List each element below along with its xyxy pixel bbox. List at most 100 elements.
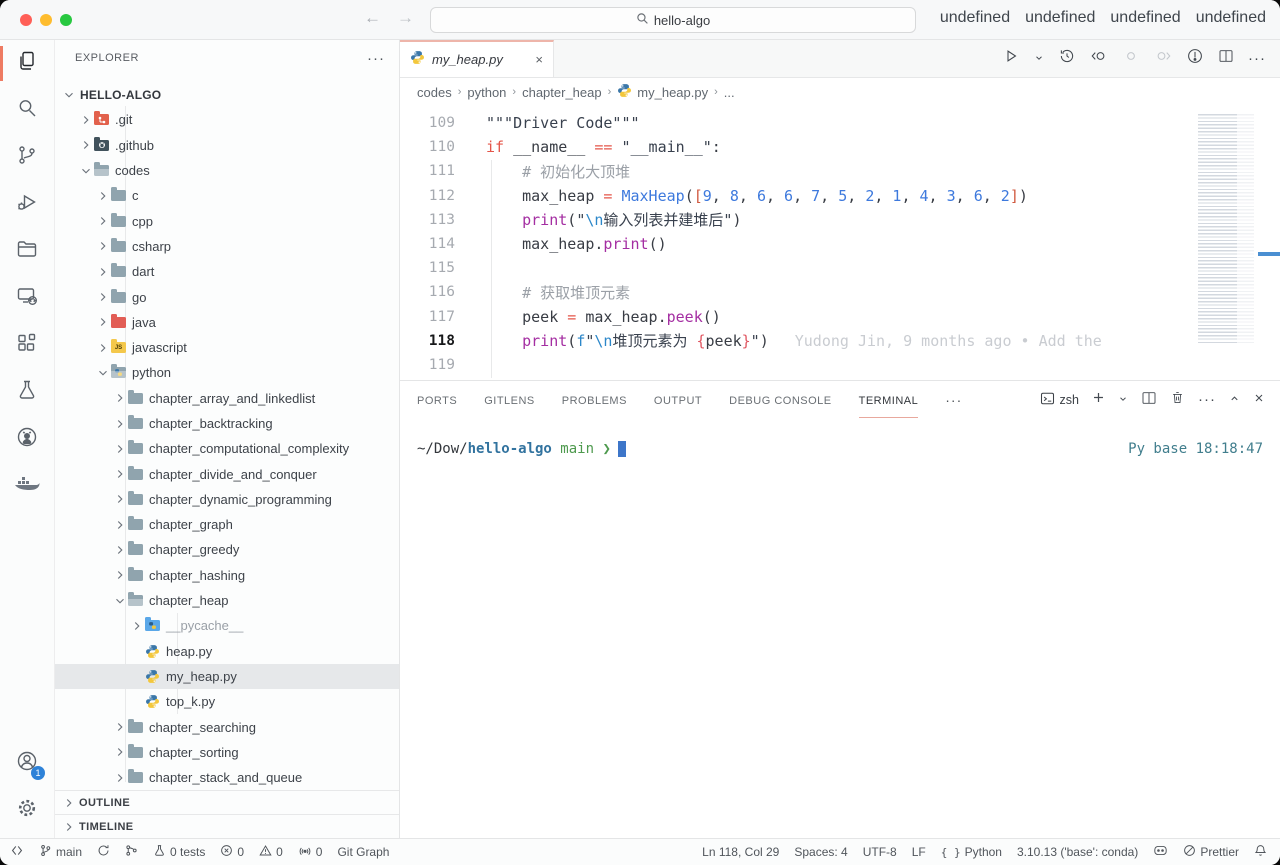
status-eol[interactable]: LF <box>912 845 926 859</box>
status-cursor-position[interactable]: Ln 118, Col 29 <box>702 845 779 859</box>
status-git-graph[interactable]: Git Graph <box>337 845 389 859</box>
tree-item-go[interactable]: go <box>55 284 399 309</box>
activity-item-source-control[interactable] <box>0 134 54 181</box>
tree-item-cpp[interactable]: cpp <box>55 208 399 233</box>
close-window-button[interactable] <box>20 14 32 26</box>
tree-item--git[interactable]: .git <box>55 107 399 132</box>
status-language-mode[interactable]: { }Python <box>941 845 1002 859</box>
breadcrumb-item[interactable]: chapter_heap <box>522 85 602 100</box>
tree-item--pycache-[interactable]: __pycache__ <box>55 613 399 638</box>
tree-item-heap-py[interactable]: heap.py <box>55 639 399 664</box>
tree-item-chapter-computational-complexity[interactable]: chapter_computational_complexity <box>55 436 399 461</box>
prev-change-icon[interactable] <box>1090 47 1108 70</box>
tree-item-python[interactable]: python <box>55 360 399 385</box>
panel-tab-debug-console[interactable]: DEBUG CONSOLE <box>729 383 831 417</box>
minimize-window-button[interactable] <box>40 14 52 26</box>
status-indentation[interactable]: Spaces: 4 <box>794 845 847 859</box>
chevron-down-sm-icon[interactable] <box>1118 391 1128 409</box>
tree-item-hello-algo[interactable]: HELLO-ALGO <box>55 82 399 107</box>
overview-ruler[interactable] <box>1266 106 1280 374</box>
more-icon[interactable]: ··· <box>1198 391 1216 409</box>
plus-icon[interactable] <box>1092 391 1105 409</box>
command-center-search[interactable]: hello-algo <box>430 7 916 33</box>
breadcrumb-item[interactable]: python <box>467 85 506 100</box>
tree-item-codes[interactable]: codes <box>55 158 399 183</box>
customize-layout-icon[interactable]: undefined <box>1196 9 1266 27</box>
status-tests[interactable]: 0 tests <box>153 844 205 860</box>
panel-tab-gitlens[interactable]: GITLENS <box>484 383 535 417</box>
tree-item-my-heap-py[interactable]: my_heap.py <box>55 664 399 689</box>
status-warnings[interactable]: 0 <box>259 844 283 860</box>
tree-item-c[interactable]: c <box>55 183 399 208</box>
status-errors[interactable]: 0 <box>220 844 244 860</box>
tree-item-chapter-backtracking[interactable]: chapter_backtracking <box>55 411 399 436</box>
status-git-graph-view[interactable] <box>125 844 138 860</box>
zoom-window-button[interactable] <box>60 14 72 26</box>
tree-item-chapter-heap[interactable]: chapter_heap <box>55 588 399 613</box>
tree-item-top-k-py[interactable]: top_k.py <box>55 689 399 714</box>
trash-icon[interactable] <box>1170 390 1185 410</box>
tree-item-chapter-dynamic-programming[interactable]: chapter_dynamic_programming <box>55 487 399 512</box>
breadcrumb-item[interactable]: my_heap.py <box>617 83 708 101</box>
blame-icon[interactable] <box>1186 47 1204 70</box>
more-icon[interactable]: ··· <box>1248 50 1266 68</box>
activity-item-github[interactable] <box>0 416 54 463</box>
activity-item-explorer[interactable] <box>0 40 54 87</box>
panel-tab-terminal[interactable]: TERMINAL <box>859 383 919 418</box>
minimap[interactable] <box>1192 106 1266 374</box>
terminal-shell-selector[interactable]: zsh <box>1040 391 1079 409</box>
activity-item-search[interactable] <box>0 87 54 134</box>
toggle-primary-sidebar-icon[interactable]: undefined <box>940 9 1010 27</box>
next-change-icon[interactable] <box>1154 47 1172 70</box>
tree-item-chapter-graph[interactable]: chapter_graph <box>55 512 399 537</box>
tree-item-chapter-sorting[interactable]: chapter_sorting <box>55 740 399 765</box>
status-branch[interactable]: main <box>39 844 82 860</box>
tree-item-chapter-divide-and-conquer[interactable]: chapter_divide_and_conquer <box>55 461 399 486</box>
split-editor-icon[interactable] <box>1218 48 1234 69</box>
activity-item-project-manager[interactable] <box>0 228 54 275</box>
run-icon[interactable] <box>1002 47 1020 70</box>
close-icon[interactable] <box>1253 391 1265 409</box>
tree-item-chapter-array-and-linkedlist[interactable]: chapter_array_and_linkedlist <box>55 386 399 411</box>
activity-item-accounts[interactable]: 1 <box>0 740 54 787</box>
toggle-secondary-sidebar-icon[interactable]: undefined <box>1110 9 1180 27</box>
tree-item--github[interactable]: .github <box>55 133 399 158</box>
activity-item-extensions[interactable] <box>0 322 54 369</box>
status-copilot[interactable] <box>1153 844 1168 860</box>
panel-tabs-more-icon[interactable]: ··· <box>945 392 962 408</box>
activity-item-settings[interactable] <box>0 787 54 834</box>
activity-item-run-debug[interactable] <box>0 181 54 228</box>
toggle-panel-icon[interactable]: undefined <box>1025 9 1095 27</box>
tree-item-java[interactable]: java <box>55 310 399 335</box>
status-prettier[interactable]: Prettier <box>1183 844 1239 860</box>
status-python-interpreter[interactable]: 3.10.13 ('base': conda) <box>1017 845 1138 859</box>
terminal[interactable]: ~/Dow/hello-algo main ❯ Py base 18:18:47 <box>400 419 1280 838</box>
timeline-section[interactable]: TIMELINE <box>55 814 399 838</box>
status-notifications[interactable] <box>1254 844 1267 860</box>
forward-button[interactable]: → <box>397 8 414 28</box>
breadcrumb-item[interactable]: ... <box>724 85 735 100</box>
outline-section[interactable]: OUTLINE <box>55 790 399 814</box>
chevron-down-sm-icon[interactable] <box>1034 50 1044 68</box>
tree-item-chapter-greedy[interactable]: chapter_greedy <box>55 537 399 562</box>
code-editor[interactable]: 109"""Driver Code"""110if __name__ == "_… <box>400 106 1184 380</box>
breadcrumb-item[interactable]: codes <box>417 85 452 100</box>
activity-item-docker[interactable] <box>0 463 54 510</box>
panel-tab-ports[interactable]: PORTS <box>417 383 457 417</box>
tree-item-csharp[interactable]: csharp <box>55 234 399 259</box>
explorer-more-actions-icon[interactable]: ··· <box>367 50 385 67</box>
panel-tab-output[interactable]: OUTPUT <box>654 383 702 417</box>
change-icon[interactable] <box>1122 47 1140 70</box>
tree-item-chapter-stack-and-queue[interactable]: chapter_stack_and_queue <box>55 765 399 790</box>
panel-tab-problems[interactable]: PROBLEMS <box>562 383 627 417</box>
status-sync[interactable] <box>97 844 110 860</box>
close-tab-icon[interactable]: × <box>535 52 543 67</box>
history-icon[interactable] <box>1058 47 1076 70</box>
tab-my-heap-py[interactable]: my_heap.py × <box>400 40 554 77</box>
split-editor-icon[interactable] <box>1141 390 1157 411</box>
status-remote-indicator[interactable] <box>10 844 24 860</box>
back-button[interactable]: ← <box>364 8 381 28</box>
status-feedback[interactable]: 0 <box>298 844 323 860</box>
activity-item-testing[interactable] <box>0 369 54 416</box>
activity-item-remote-explorer[interactable] <box>0 275 54 322</box>
